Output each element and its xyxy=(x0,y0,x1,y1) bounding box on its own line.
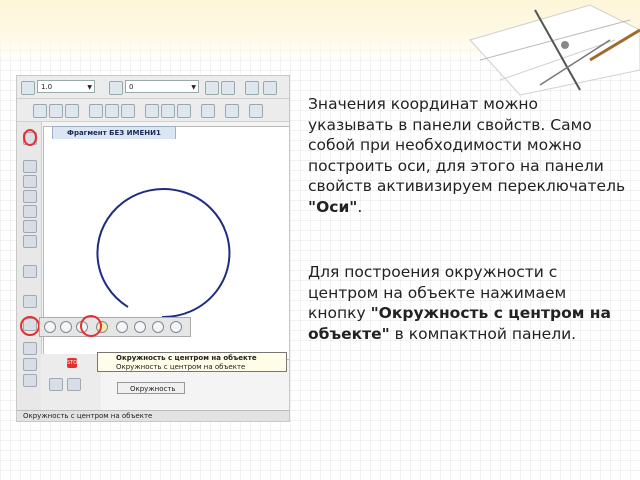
status-bar: Окружность с центром на объекте xyxy=(17,410,289,421)
circle-highlight-ring xyxy=(20,316,40,336)
chevron-down-icon: ▼ xyxy=(191,84,196,91)
tooltip: Окружность с центром на объекте Окружнос… xyxy=(97,352,287,372)
style-icon[interactable] xyxy=(245,81,259,95)
stop-icon[interactable]: STOP xyxy=(67,358,80,368)
properties-panel: STOP xyxy=(41,354,101,410)
circle-two-points-icon[interactable] xyxy=(116,321,128,333)
cut-icon[interactable] xyxy=(145,104,159,118)
print-icon[interactable] xyxy=(89,104,103,118)
tooltip-subtitle: Окружность с центром на объекте xyxy=(116,363,246,371)
paragraph-axes-text: Значения координат можно указывать в пан… xyxy=(308,95,626,195)
tooltip-title: Окружность с центром на объекте xyxy=(116,354,257,362)
cad-screenshot: 1.0 ▼ 0 ▼ Фрагмент БЕЗ ИМЕНИ1 STOP Окруж… xyxy=(16,75,290,422)
new-file-icon[interactable] xyxy=(33,104,47,118)
circle-tangent-two-icon[interactable] xyxy=(134,321,146,333)
circle-center-icon[interactable] xyxy=(44,321,56,333)
copy-icon[interactable] xyxy=(161,104,175,118)
compact-panel xyxy=(39,317,191,337)
paragraph-axes: Значения координат можно указывать в пан… xyxy=(308,94,626,217)
layer-icon[interactable] xyxy=(109,81,123,95)
paragraph-axes-end: . xyxy=(357,197,363,216)
param-tool-icon[interactable] xyxy=(23,205,37,218)
tools-panel xyxy=(17,122,42,412)
point-tool-icon[interactable] xyxy=(23,265,37,278)
help-icon[interactable] xyxy=(249,104,263,118)
properties-icon[interactable] xyxy=(201,104,215,118)
circle-tangent-curve-icon[interactable] xyxy=(170,321,182,333)
paragraph-circle: Для построения окружности с центром на о… xyxy=(308,262,626,344)
magnet-icon[interactable] xyxy=(221,81,235,95)
select-tool-icon[interactable] xyxy=(23,235,37,248)
rectangle-tool-icon[interactable] xyxy=(23,374,37,387)
toolbar-top: 1.0 ▼ 0 ▼ xyxy=(17,76,289,99)
snap-icon[interactable] xyxy=(21,81,35,95)
circle-three-points-icon[interactable] xyxy=(60,321,72,333)
menu-item-circle[interactable]: Окружность xyxy=(117,382,185,394)
settings-icon[interactable] xyxy=(263,81,277,95)
save-icon[interactable] xyxy=(65,104,79,118)
on-object-highlight-ring xyxy=(80,315,102,337)
lock-icon[interactable] xyxy=(67,378,81,391)
drawn-circle xyxy=(96,188,231,319)
line-width-value: 1.0 xyxy=(41,83,53,91)
drafting-tools-decoration xyxy=(469,4,640,96)
dimension-tool-icon[interactable] xyxy=(23,160,37,173)
open-file-icon[interactable] xyxy=(49,104,63,118)
print-setup-icon[interactable] xyxy=(121,104,135,118)
line-tool-icon[interactable] xyxy=(23,295,37,308)
hatch-tool-icon[interactable] xyxy=(23,175,37,188)
axes-term: "Оси" xyxy=(308,197,358,216)
preview-icon[interactable] xyxy=(105,104,119,118)
edit-tool-icon[interactable] xyxy=(23,190,37,203)
circle-tangent-three-icon[interactable] xyxy=(152,321,164,333)
camera-icon[interactable] xyxy=(49,378,63,391)
color-icon[interactable] xyxy=(205,81,219,95)
library-icon[interactable] xyxy=(225,104,239,118)
paste-icon[interactable] xyxy=(177,104,191,118)
paragraph-circle-end: в компактной панели. xyxy=(389,324,577,343)
layer-value: 0 xyxy=(129,83,134,91)
toolbar-standard xyxy=(17,99,289,122)
chevron-down-icon: ▼ xyxy=(87,84,92,91)
measure-tool-icon[interactable] xyxy=(23,220,37,233)
ellipse-tool-icon[interactable] xyxy=(23,358,37,371)
menu-item-label: Окружность xyxy=(130,385,176,393)
line-width-select[interactable]: 1.0 ▼ xyxy=(37,80,95,93)
geometry-highlight-ring xyxy=(23,129,37,146)
layer-select[interactable]: 0 ▼ xyxy=(125,80,199,93)
arc-tool-icon[interactable] xyxy=(23,342,37,355)
